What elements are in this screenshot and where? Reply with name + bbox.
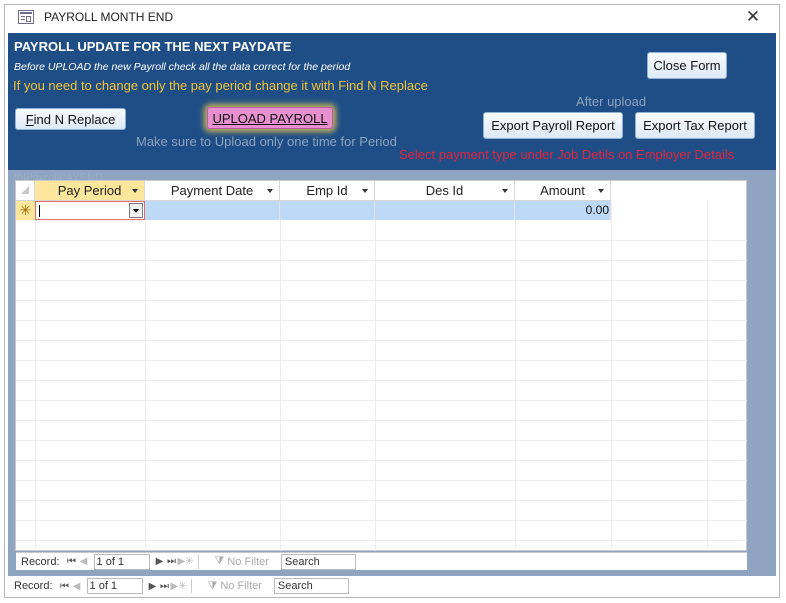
grid-line <box>16 460 747 461</box>
grid-line <box>16 260 747 261</box>
column-header-label: Emp Id <box>306 183 348 198</box>
filter-icon: ⧩ <box>214 555 225 567</box>
text-caret <box>39 205 40 217</box>
new-record-icon[interactable]: ▶✳ <box>178 556 194 567</box>
column-header-label: Amount <box>540 183 585 198</box>
close-form-label: Close Form <box>653 58 721 73</box>
column-sort-arrow-icon[interactable] <box>267 189 273 193</box>
record-position-input[interactable]: 1 of 1 <box>93 553 150 570</box>
grid-line <box>16 440 747 441</box>
export-tax-report-button[interactable]: Export Tax Report <box>635 112 755 139</box>
window-title: PAYROLL MONTH END <box>44 10 174 24</box>
export-payroll-report-button[interactable]: Export Payroll Report <box>483 112 623 139</box>
search-input[interactable]: Search <box>273 578 349 594</box>
close-icon[interactable]: ✕ <box>744 8 762 26</box>
column-header-pay-period[interactable]: Pay Period <box>35 181 145 201</box>
grid-line <box>375 201 376 551</box>
grid-line <box>35 201 36 551</box>
next-record-icon[interactable]: ▶ <box>147 581 159 592</box>
no-filter-button[interactable]: ⧩ No Filter <box>215 555 269 568</box>
search-input[interactable]: Search <box>280 553 356 570</box>
new-record-marker[interactable]: ✳ <box>16 201 35 220</box>
find-replace-accel: F <box>25 111 34 127</box>
no-filter-label: No Filter <box>220 580 262 592</box>
divider <box>190 579 192 593</box>
export-tax-label: Export Tax Report <box>643 118 747 133</box>
record-label: Record: <box>14 580 53 592</box>
grid-line <box>16 340 747 341</box>
grid-line <box>16 480 747 481</box>
filter-icon: ⧩ <box>207 579 218 592</box>
after-upload-label: After upload <box>576 94 647 109</box>
upload-payroll-label: PLOAD PAYROLL <box>221 110 328 126</box>
column-header-emp-id[interactable]: Emp Id <box>280 181 375 201</box>
column-sort-arrow-icon[interactable] <box>362 189 368 193</box>
emp-id-cell[interactable] <box>280 201 375 220</box>
no-filter-label: No Filter <box>227 555 269 568</box>
column-sort-arrow-icon[interactable] <box>598 189 604 193</box>
previous-record-icon[interactable]: ◀ <box>71 581 83 592</box>
header-instruction: Before UPLOAD the new Payroll check all … <box>14 61 351 73</box>
grid-line <box>611 201 612 551</box>
grid-line <box>16 280 747 281</box>
next-record-icon[interactable]: ▶ <box>154 556 166 567</box>
record-position-input[interactable]: 1 of 1 <box>86 578 143 594</box>
column-header-label: Payment Date <box>170 183 254 198</box>
no-filter-button[interactable]: ⧩ No Filter <box>208 580 262 593</box>
column-sort-arrow-icon[interactable] <box>502 189 508 193</box>
first-record-icon[interactable]: ⏮ <box>66 556 78 567</box>
column-sort-arrow-icon[interactable] <box>132 189 138 193</box>
grid-line <box>145 201 146 551</box>
form-record-navigator: Record: ⏮ ◀ 1 of 1 ▶ ⏭ ▶✳ ⧩ No Filter Sea… <box>9 577 775 595</box>
divider <box>197 554 199 569</box>
column-header-des-id[interactable]: Des Id <box>375 181 515 201</box>
upload-payroll-accel: U <box>212 110 222 126</box>
previous-record-icon[interactable]: ◀ <box>78 556 90 567</box>
grid-line <box>16 320 747 321</box>
subform-record-navigator: Record: ⏮ ◀ 1 of 1 ▶ ⏭ ▶✳ ⧩ No Filter Sea… <box>16 552 747 570</box>
grid-line <box>16 240 747 241</box>
payment-type-notice: Select payment type under Job Detils on … <box>399 147 735 162</box>
grid-line <box>16 400 747 401</box>
header-title: PAYROLL UPDATE FOR THE NEXT PAYDATE <box>14 39 292 54</box>
grid-line <box>280 201 281 551</box>
export-payroll-label: Export Payroll Report <box>491 118 615 133</box>
upload-payroll-button[interactable]: U PLOAD PAYROLL <box>207 107 333 129</box>
last-record-icon[interactable]: ⏭ <box>159 581 171 592</box>
find-replace-label: ind N Replace <box>33 111 116 127</box>
payroll-datasheet <box>15 180 747 551</box>
pay-period-combo[interactable] <box>35 201 145 220</box>
grid-line <box>16 520 747 521</box>
grid-line <box>16 420 747 421</box>
amount-value: 0.00 <box>585 203 609 217</box>
select-all-corner[interactable] <box>16 181 35 201</box>
grid-line <box>16 500 747 501</box>
grid-line <box>515 201 516 551</box>
upload-warning-label: Make sure to Upload only one time for Pe… <box>136 134 397 149</box>
des-id-cell[interactable] <box>375 201 515 220</box>
grid-line <box>16 360 747 361</box>
column-header-payment-date[interactable]: Payment Date <box>145 181 280 201</box>
record-label: Record: <box>21 555 60 568</box>
column-header-label: Des Id <box>425 183 464 198</box>
first-record-icon[interactable]: ⏮ <box>59 581 71 592</box>
find-replace-button[interactable]: Find N Replace <box>15 108 126 130</box>
payment-date-cell[interactable] <box>145 201 280 220</box>
column-header-amount[interactable]: Amount <box>515 181 611 201</box>
header-hint: If you need to change only the pay perio… <box>13 78 428 93</box>
close-form-button[interactable]: Close Form <box>647 52 727 79</box>
grid-line <box>707 201 708 551</box>
grid-line <box>16 300 747 301</box>
new-record-icon[interactable]: ▶✳ <box>171 581 187 592</box>
grid-line <box>16 540 747 541</box>
last-record-icon[interactable]: ⏭ <box>166 556 178 567</box>
form-icon <box>18 10 34 24</box>
dropdown-arrow-icon[interactable] <box>129 203 143 218</box>
column-header-label: Pay Period <box>57 183 122 198</box>
grid-line <box>16 380 747 381</box>
